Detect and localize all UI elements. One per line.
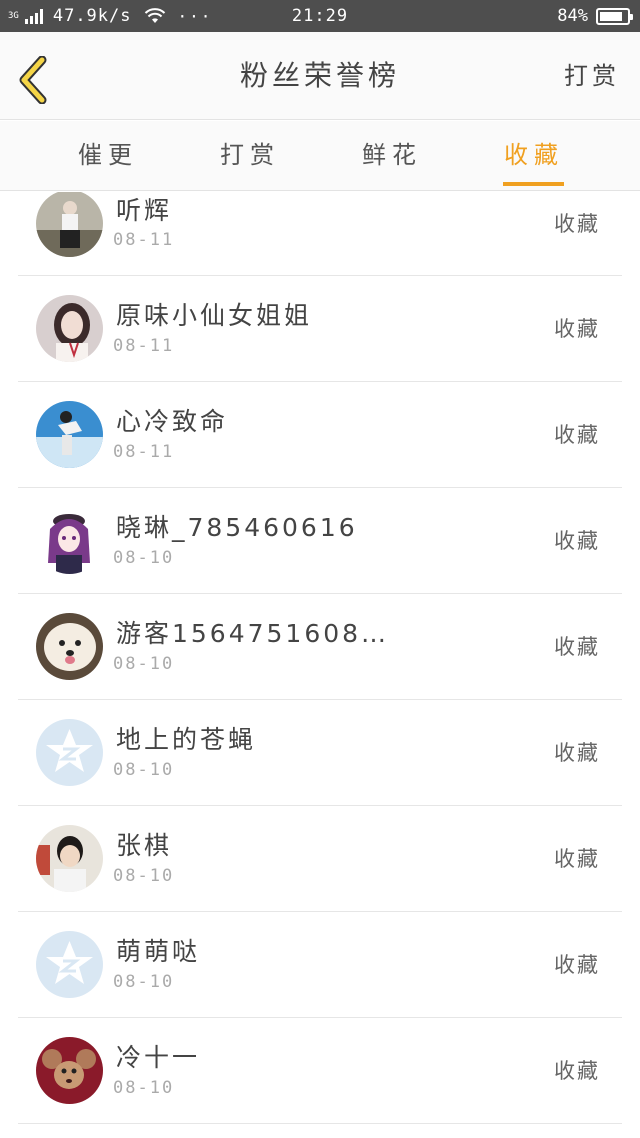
date: 08-10	[113, 866, 175, 886]
photo-avatar-icon	[36, 613, 103, 680]
tab-favorites[interactable]: 收藏	[496, 121, 572, 191]
action-label: 收藏	[554, 317, 600, 341]
status-right: 84%	[557, 0, 633, 32]
action-label: 收藏	[554, 1059, 600, 1083]
date: 08-10	[113, 1078, 175, 1098]
clock: 21:29	[291, 6, 349, 26]
date: 08-10	[113, 760, 175, 780]
photo-avatar-icon	[36, 295, 103, 362]
default-star-avatar-icon	[36, 931, 103, 998]
tab-flowers[interactable]: 鲜花	[354, 121, 430, 191]
action-label: 收藏	[554, 529, 600, 553]
user-name: 听辉	[116, 196, 173, 225]
tab-reward[interactable]: 打赏	[212, 121, 288, 191]
list-item[interactable]: 游客1564751608… 08-10 收藏	[18, 594, 622, 700]
list-item[interactable]: 听辉 08-11 收藏	[18, 192, 622, 276]
list-item[interactable]: 晓琳_785460616 08-10 收藏	[18, 488, 622, 594]
avatar	[36, 719, 103, 786]
avatar	[36, 613, 103, 680]
photo-avatar-icon	[36, 192, 103, 257]
fan-list: 听辉 08-11 收藏 原味小仙女姐姐 08-11 收藏 心冷致命 08-11 …	[0, 192, 640, 1138]
list-item[interactable]: 萌萌哒 08-10 收藏	[18, 912, 622, 1018]
date: 08-10	[113, 972, 175, 992]
list-item[interactable]: 原味小仙女姐姐 08-11 收藏	[18, 276, 622, 382]
date: 08-10	[113, 548, 175, 568]
action-label: 收藏	[554, 847, 600, 871]
user-name: 心冷致命	[116, 407, 229, 436]
battery-fill	[600, 11, 622, 21]
date: 08-11	[113, 442, 175, 462]
tab-bar: 催更 打赏 鲜花 收藏	[0, 121, 640, 191]
photo-avatar-icon	[36, 401, 103, 468]
reward-button[interactable]: 打赏	[564, 32, 620, 120]
list-item[interactable]: 冷十一 08-10 收藏	[18, 1018, 622, 1124]
date: 08-10	[113, 654, 175, 674]
user-name: 萌萌哒	[116, 937, 201, 966]
action-label: 收藏	[554, 953, 600, 977]
list-item[interactable]: 张棋 08-10 收藏	[18, 806, 622, 912]
user-name: 冷十一	[116, 1043, 201, 1072]
date: 08-11	[113, 336, 175, 356]
battery-icon	[596, 7, 633, 25]
user-name: 晓琳_785460616	[116, 513, 358, 542]
default-star-avatar-icon	[36, 719, 103, 786]
action-label: 收藏	[554, 741, 600, 765]
app-header: 粉丝荣誉榜 打赏	[0, 32, 640, 120]
avatar	[36, 931, 103, 998]
cartoon-mouse-avatar-icon	[36, 1037, 103, 1104]
tab-urge[interactable]: 催更	[70, 121, 146, 191]
list-item[interactable]: 心冷致命 08-11 收藏	[18, 382, 622, 488]
avatar	[36, 825, 103, 892]
avatar	[36, 192, 103, 257]
avatar	[36, 1037, 103, 1104]
back-arrow-icon[interactable]	[14, 56, 54, 104]
list-item[interactable]: 地上的苍蝇 08-10 收藏	[18, 700, 622, 806]
battery-percent: 84%	[557, 6, 588, 26]
anime-avatar-icon	[36, 507, 103, 574]
active-tab-indicator	[503, 182, 564, 186]
user-name: 游客1564751608…	[116, 619, 390, 648]
avatar	[36, 507, 103, 574]
action-label: 收藏	[554, 212, 600, 236]
avatar	[36, 401, 103, 468]
user-name: 原味小仙女姐姐	[116, 301, 313, 330]
user-name: 地上的苍蝇	[116, 725, 257, 754]
action-label: 收藏	[554, 635, 600, 659]
photo-avatar-icon	[36, 825, 103, 892]
page-title: 粉丝荣誉榜	[239, 59, 400, 92]
action-label: 收藏	[554, 423, 600, 447]
status-bar: 3G 47.9k/s ··· 21:29 84%	[0, 0, 640, 32]
user-name: 张棋	[116, 831, 173, 860]
avatar	[36, 295, 103, 362]
date: 08-11	[113, 230, 175, 250]
